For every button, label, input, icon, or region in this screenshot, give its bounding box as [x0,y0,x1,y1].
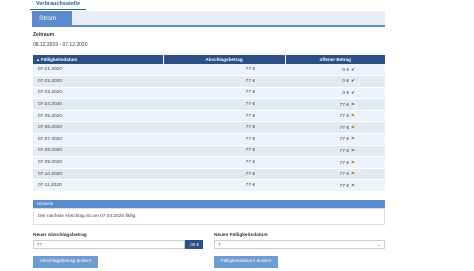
flag-icon: ⚑ [350,147,355,153]
flag-icon: ⚑ [350,171,355,177]
table-row: 07.01.2020 77 €0 € ✔ [33,64,385,77]
row-due-date: 07.03.2020 [33,87,163,100]
tab-underline [72,25,385,27]
row-due-date: 07.05.2020 [33,110,163,123]
sort-up-icon: ▲ [36,57,40,62]
new-due-date-label: Neues Fälligkeitsdatum [214,233,268,238]
check-icon: ✔ [351,66,355,72]
check-icon: ✔ [351,89,355,95]
table-header-row: ▲Fälligkeitsdatum Abschlagsbetrag offene… [33,55,385,64]
row-open-amount: 77 € [339,102,349,108]
table-row: 07.02.2020 77 €0 € ✔ [33,75,385,88]
new-amount-input[interactable]: 77 [33,240,185,249]
row-open-amount: 0 € [342,90,349,96]
row-open-amount-cell: 77 € ⚑ [285,145,385,158]
row-open-amount: 77 € [339,148,349,154]
table-row: 07.09.2020 77 €77 € ⚑ [33,156,385,169]
row-amount: 77 € [163,87,285,100]
row-open-amount: 0 € [342,79,349,85]
column-header-offener-betrag: offener Betrag [284,55,385,64]
row-open-amount-cell: 0 € ✔ [285,75,385,88]
table-row: 07.06.2020 77 €77 € ⚑ [33,121,385,135]
hinweis-text: Der nächste Abschlag ist am 07.04.2020 f… [33,208,385,225]
row-amount: 77 € [163,75,285,88]
row-open-amount-cell: 0 € ✔ [285,64,385,77]
tab-blurred[interactable] [80,0,150,9]
tab-strom[interactable]: Strom [32,11,72,27]
row-open-amount-cell: 0 € ✔ [285,87,385,100]
row-amount: 77 € [163,179,285,193]
row-amount: 77 € [163,156,285,169]
table-row: 07.04.2020 77 €77 € ⚑ [33,98,385,111]
row-due-date: 07.07.2020 [33,133,163,146]
table-row: 07.03.2020 77 €0 € ✔ [33,87,385,100]
chevron-down-icon: ⌄ [377,242,381,247]
change-amount-button[interactable]: Abschlagsbetrag ändern [33,256,98,268]
row-open-amount: 77 € [339,183,349,189]
row-amount: 77 € [163,168,285,181]
flag-icon: ⚑ [350,136,355,142]
row-due-date: 07.06.2020 [33,121,163,135]
row-due-date: 07.09.2020 [33,156,163,169]
row-open-amount-cell: 77 € ⚑ [285,168,385,181]
row-due-date: 07.04.2020 [33,98,163,111]
row-open-amount: 77 € [339,125,349,131]
row-amount: 77 € [163,133,285,146]
row-open-amount: 77 € [339,160,349,166]
row-amount: 77 € [163,64,285,77]
change-due-date-button[interactable]: Fälligkeitsdatum ändern [214,256,278,268]
flag-icon: ⚑ [350,113,355,119]
row-open-amount: 0 € [342,67,349,73]
row-due-date: 07.10.2020 [33,168,163,181]
flag-icon: ⚑ [350,101,355,107]
top-tab-bar: Verbrauchsstelle [0,0,474,11]
energy-type-bar: Strom [32,11,385,27]
flag-icon: ⚑ [350,159,355,165]
row-amount: 77 € [163,98,285,111]
row-due-date: 07.01.2020 [33,64,163,77]
check-icon: ✔ [351,78,355,84]
amount-currency-suffix: ,00 € [185,240,203,249]
zeitraum-value: 08.12.2019 - 07.12.2020 [33,42,88,48]
row-amount: 77 € [163,145,285,158]
new-due-date-select[interactable]: 7. ⌄ [214,240,385,249]
row-open-amount-cell: 77 € ⚑ [285,156,385,169]
row-open-amount-cell: 77 € ⚑ [285,121,385,135]
column-header-abschlagsbetrag: Abschlagsbetrag [162,55,285,64]
table-row: 07.07.2020 77 €77 € ⚑ [33,133,385,146]
row-due-date: 07.11.2020 [33,179,163,193]
row-open-amount: 77 € [339,172,349,178]
row-open-amount: 77 € [339,137,349,143]
row-open-amount-cell: 77 € ⚑ [285,133,385,146]
row-open-amount: 77 € [339,114,349,120]
row-open-amount-cell: 77 € ⚑ [285,110,385,123]
row-due-date: 07.08.2020 [33,145,163,158]
table-row: 07.05.2020 77 €77 € ⚑ [33,110,385,123]
table-row: 07.10.2020 77 €77 € ⚑ [33,168,385,181]
tab-verbrauchsstelle[interactable]: Verbrauchsstelle [30,0,87,10]
zeitraum-label: Zeitraum [33,32,55,38]
row-open-amount-cell: 77 € ⚑ [285,98,385,111]
column-header-faelligkeitsdatum[interactable]: ▲Fälligkeitsdatum [33,55,163,64]
new-amount-label: Neuer Abschlagsbetrag [33,233,87,238]
hinweis-title: Hinweis [33,200,385,208]
due-date-value: 7. [218,242,222,247]
flag-icon: ⚑ [350,182,355,188]
row-amount: 77 € [163,110,285,123]
table-row: 07.08.2020 77 €77 € ⚑ [33,145,385,158]
flag-icon: ⚑ [350,124,355,130]
payment-schedule-table: ▲Fälligkeitsdatum Abschlagsbetrag offene… [33,55,385,193]
table-row: 07.11.2020 77 €77 € ⚑ [33,179,385,193]
row-due-date: 07.02.2020 [33,75,163,88]
row-open-amount-cell: 77 € ⚑ [285,179,385,193]
row-amount: 77 € [163,121,285,135]
